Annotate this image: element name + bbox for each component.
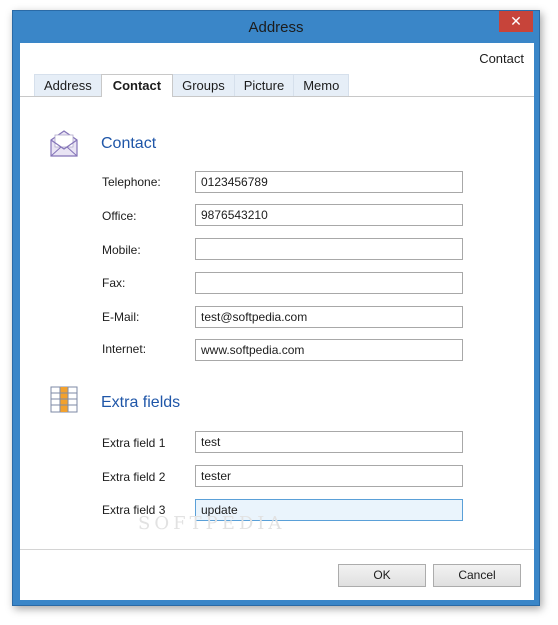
extra-field-2-label: Extra field 2 [102,470,166,484]
email-label: E-Mail: [102,310,140,324]
telephone-field[interactable] [195,171,463,193]
close-icon: ✕ [510,13,522,29]
mobile-label: Mobile: [102,243,141,257]
envelope-icon [50,130,78,157]
extra-field-1-input[interactable] [195,431,463,453]
cancel-button[interactable]: Cancel [433,564,521,587]
internet-label: Internet: [102,342,147,356]
fax-label: Fax: [102,276,126,290]
tab-strip: Address Contact Groups Picture Memo [34,74,350,97]
internet-field[interactable] [195,339,463,361]
ok-button[interactable]: OK [338,564,426,587]
title-bar[interactable]: Address ✕ [13,11,539,43]
extra-field-2-input[interactable] [195,465,463,487]
extra-field-1-label: Extra field 1 [102,436,166,450]
tab-memo[interactable]: Memo [293,74,350,96]
watermark: SOFTPEDIA [138,513,286,534]
dialog-client: Contact Address Contact Groups Picture M… [20,43,534,600]
window-title: Address [248,19,304,36]
office-field[interactable] [195,204,463,226]
telephone-label: Telephone: [102,175,161,189]
office-label: Office: [102,209,137,223]
grid-columns-icon [50,386,78,413]
footer-divider [20,549,534,550]
header-label: Contact [479,51,524,66]
tab-address[interactable]: Address [34,74,102,96]
tab-divider [20,96,534,97]
tab-groups[interactable]: Groups [172,74,235,96]
address-dialog: Address ✕ Contact Address Contact Groups… [12,10,540,606]
tab-picture[interactable]: Picture [233,74,295,96]
fax-field[interactable] [195,272,463,294]
tab-contact[interactable]: Contact [100,74,174,97]
email-field[interactable] [195,306,463,328]
mobile-field[interactable] [195,238,463,260]
extra-fields-section-title: Extra fields [101,394,181,411]
contact-section-title: Contact [101,135,157,152]
close-button[interactable]: ✕ [499,11,533,32]
